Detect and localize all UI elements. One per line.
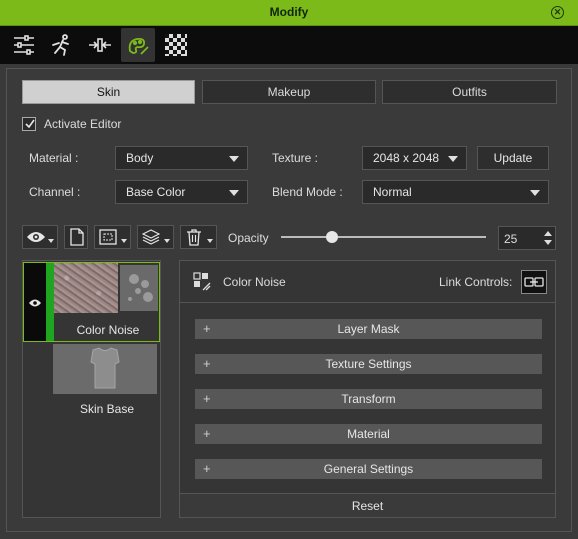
transform-icon[interactable] (83, 28, 117, 62)
link-controls-button[interactable] (521, 270, 547, 294)
toolbar (0, 26, 578, 64)
layer-visibility-toggle[interactable] (24, 263, 46, 341)
body-icon (90, 347, 120, 389)
new-layer-button[interactable] (64, 225, 88, 249)
spin-down-icon[interactable] (544, 240, 552, 245)
layer-thumbnail (53, 344, 157, 394)
layer-properties-panel: Color Noise Link Controls: + Layer Mask … (179, 260, 556, 518)
layers-icon (142, 229, 160, 245)
opacity-spinbox[interactable]: 25 (498, 226, 556, 250)
delete-layer-button[interactable] (180, 225, 217, 249)
chevron-down-icon (229, 156, 239, 162)
tab-makeup[interactable]: Makeup (202, 80, 376, 104)
check-icon (25, 119, 35, 129)
layer-item-skin-base[interactable]: Skin Base (23, 342, 160, 422)
section-label: Material (347, 427, 390, 441)
appearance-editor-icon[interactable] (121, 28, 155, 62)
expand-icon: + (203, 426, 211, 441)
mask-shapes-icon (128, 274, 153, 302)
chevron-down-icon (530, 190, 540, 196)
activate-editor-checkbox[interactable] (22, 117, 36, 131)
new-document-icon (70, 228, 84, 246)
expand-icon: + (203, 461, 211, 476)
window-title: Modify (269, 5, 309, 19)
layer-stack-button[interactable] (137, 225, 174, 249)
texture-size-value: 2048 x 2048 (373, 151, 440, 165)
layer-mask-thumbnail (120, 265, 158, 311)
layer-name: Color Noise (76, 323, 140, 337)
section-label: Layer Mask (337, 322, 400, 336)
reset-button[interactable]: Reset (180, 493, 555, 517)
chevron-down-icon (121, 239, 127, 243)
layer-thumbnail (54, 263, 118, 313)
tab-skin[interactable]: Skin (22, 80, 195, 104)
channel-select[interactable]: Base Color (115, 180, 248, 204)
chevron-down-icon (229, 190, 239, 196)
eye-icon (27, 232, 45, 242)
eye-icon (29, 299, 41, 307)
link-controls-label: Link Controls: (439, 275, 513, 289)
mask-button[interactable] (94, 225, 131, 249)
close-icon[interactable]: ✕ (551, 6, 564, 19)
section-texture-settings[interactable]: + Texture Settings (195, 354, 542, 374)
visibility-button[interactable] (22, 225, 58, 249)
opacity-label: Opacity (228, 231, 269, 245)
checker-icon[interactable] (159, 28, 193, 62)
blend-mode-label: Blend Mode : (272, 185, 343, 199)
layer-properties-header: Color Noise Link Controls: (180, 261, 555, 303)
layer-list: Color Noise Skin Base (22, 260, 161, 518)
expand-icon: + (203, 356, 211, 371)
section-label: General Settings (323, 462, 414, 476)
spin-up-icon[interactable] (544, 231, 552, 236)
channel-value: Base Color (126, 185, 186, 199)
texture-label: Texture : (272, 151, 319, 165)
update-button[interactable]: Update (477, 146, 549, 170)
chevron-down-icon (448, 156, 458, 162)
chevron-down-icon (207, 239, 213, 243)
opacity-slider-track[interactable] (281, 236, 486, 238)
link-icon (524, 277, 544, 287)
section-material[interactable]: + Material (195, 424, 542, 444)
tab-outfits[interactable]: Outfits (382, 80, 557, 104)
section-layer-mask[interactable]: + Layer Mask (195, 319, 542, 339)
opacity-value: 25 (504, 232, 518, 246)
expand-icon: + (203, 391, 211, 406)
section-label: Texture Settings (325, 357, 412, 371)
layer-item-color-noise[interactable]: Color Noise (23, 262, 160, 342)
material-value: Body (126, 151, 154, 165)
chevron-down-icon (48, 239, 54, 243)
section-transform[interactable]: + Transform (195, 389, 542, 409)
section-general-settings[interactable]: + General Settings (195, 459, 542, 479)
expand-icon: + (203, 321, 211, 336)
title-bar: Modify ✕ (0, 0, 578, 26)
channel-label: Channel : (29, 185, 81, 199)
section-label: Transform (341, 392, 396, 406)
blend-mode-select[interactable]: Normal (362, 180, 549, 204)
layer-active-marker (46, 263, 54, 341)
mask-icon (99, 229, 117, 245)
selected-layer-name: Color Noise (223, 275, 286, 289)
chevron-down-icon (164, 239, 170, 243)
pose-icon[interactable] (45, 28, 79, 62)
material-label: Material : (29, 151, 79, 165)
layer-name: Skin Base (79, 402, 135, 416)
trash-icon (187, 229, 201, 246)
activate-editor-label: Activate Editor (44, 117, 122, 131)
texture-size-select[interactable]: 2048 x 2048 (362, 146, 467, 170)
layer-type-icon (193, 272, 211, 291)
blend-mode-value: Normal (373, 185, 412, 199)
material-select[interactable]: Body (115, 146, 248, 170)
sliders-icon[interactable] (7, 28, 41, 62)
